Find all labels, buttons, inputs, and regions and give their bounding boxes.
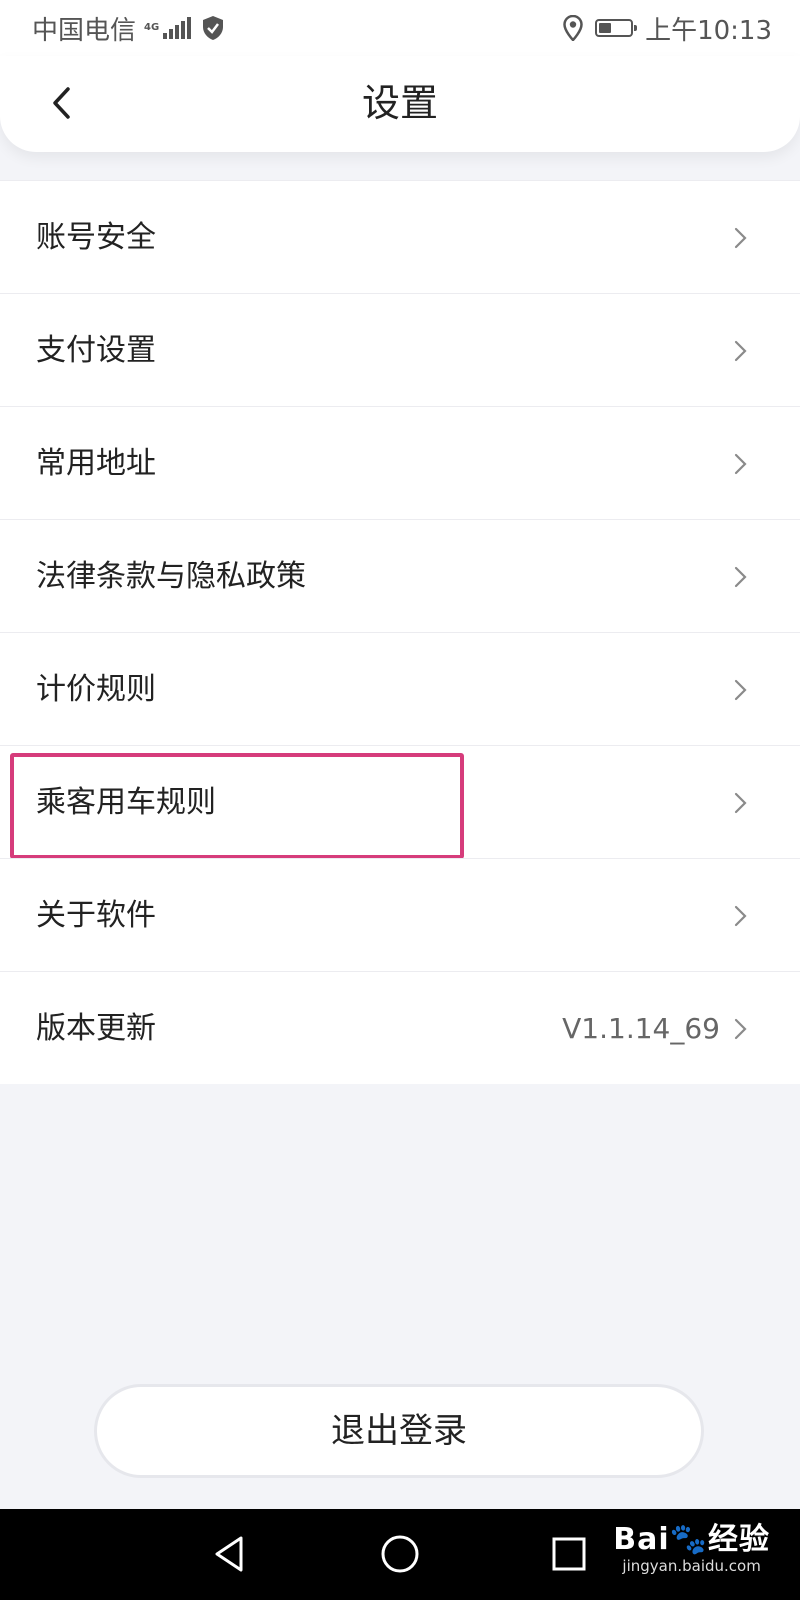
status-bar-right: 上午10:13 <box>563 10 772 46</box>
chevron-right-icon <box>734 679 747 701</box>
settings-item-account-security[interactable]: 账号安全 <box>0 180 800 293</box>
chevron-right-icon <box>734 340 747 362</box>
status-time: 上午10:13 <box>645 15 772 46</box>
nav-home-button[interactable] <box>375 1529 425 1579</box>
settings-list: 账号安全 支付设置 常用地址 法律条款与隐私政策 计价规则 乘客用车规则 关于软… <box>0 180 800 1084</box>
settings-item-about-software[interactable]: 关于软件 <box>0 858 800 971</box>
watermark-url: jingyan.baidu.com <box>622 1557 761 1575</box>
settings-item-payment-settings[interactable]: 支付设置 <box>0 293 800 406</box>
settings-item-frequent-addresses[interactable]: 常用地址 <box>0 406 800 519</box>
chevron-right-icon <box>734 227 747 249</box>
back-triangle-icon <box>215 1536 243 1572</box>
page-title: 设置 <box>361 81 438 125</box>
battery-icon <box>595 19 638 37</box>
version-value: V1.1.14_69 <box>562 1012 720 1045</box>
item-label: 乘客用车规则 <box>36 785 216 820</box>
location-icon <box>563 15 583 41</box>
home-circle-icon <box>381 1535 419 1573</box>
nav-back-button[interactable] <box>204 1529 254 1579</box>
chevron-right-icon <box>734 905 747 927</box>
item-label: 支付设置 <box>36 333 156 368</box>
shield-icon <box>201 15 225 41</box>
settings-item-passenger-rules[interactable]: 乘客用车规则 <box>0 745 800 859</box>
carrier-name: 中国电信 <box>32 15 137 46</box>
chevron-right-icon <box>734 566 747 588</box>
network-type: 4G <box>144 22 160 33</box>
settings-item-version-update[interactable]: 版本更新 V1.1.14_69 <box>0 971 800 1084</box>
item-label: 常用地址 <box>36 446 156 481</box>
status-bar-left: 中国电信 4G <box>32 10 225 46</box>
recents-square-icon <box>552 1537 586 1571</box>
header: 设置 <box>0 56 800 152</box>
chevron-right-icon <box>734 792 747 814</box>
status-bar: 中国电信 4G 上午10:13 <box>0 0 800 56</box>
chevron-right-icon <box>734 453 747 475</box>
settings-item-legal-privacy[interactable]: 法律条款与隐私政策 <box>0 519 800 632</box>
signal-icon <box>163 17 192 39</box>
logout-button[interactable]: 退出登录 <box>94 1384 704 1478</box>
baidu-jingyan-watermark: Bai🐾经验 jingyan.baidu.com <box>613 1522 770 1576</box>
item-label: 账号安全 <box>36 220 156 255</box>
watermark-main: Bai🐾经验 <box>613 1522 770 1557</box>
item-label: 关于软件 <box>36 898 156 933</box>
chevron-right-icon <box>734 1018 747 1040</box>
nav-recents-button[interactable] <box>544 1529 594 1579</box>
system-nav-bar: Bai🐾经验 jingyan.baidu.com <box>0 1509 800 1600</box>
settings-item-pricing-rules[interactable]: 计价规则 <box>0 632 800 745</box>
item-label: 版本更新 <box>36 1011 156 1046</box>
item-label: 计价规则 <box>36 672 156 707</box>
item-label: 法律条款与隐私政策 <box>36 559 306 594</box>
